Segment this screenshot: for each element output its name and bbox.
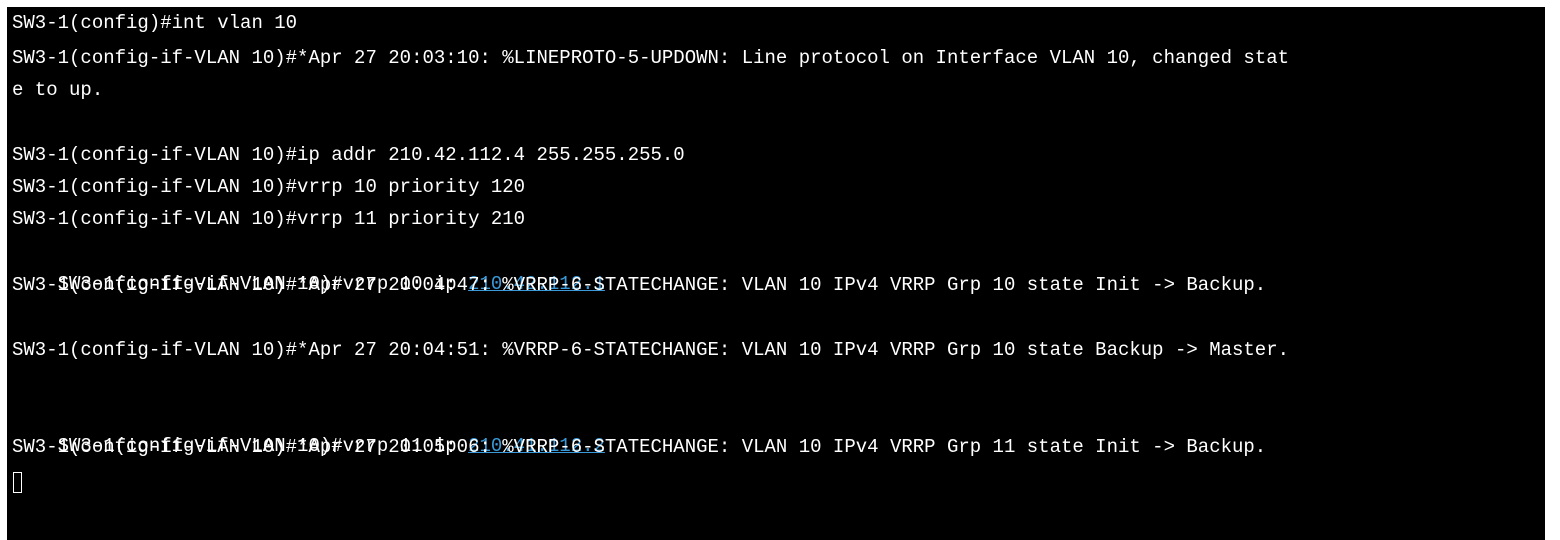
terminal-line: SW3-1(config-if-VLAN 10)#vrrp 11 priorit… (12, 208, 526, 230)
terminal-line: SW3-1(config-if-VLAN 10)#ip addr 210.42.… (12, 144, 685, 166)
window-edge (1545, 0, 1560, 540)
terminal-line: e to up. (12, 79, 104, 101)
terminal-line: SW3-1(config-if-VLAN 10)#*Apr 27 20:04:5… (12, 339, 1290, 361)
terminal-line: SW3-1(config-if-VLAN 10)#vrrp 10 priorit… (12, 176, 526, 198)
terminal-line: SW3-1(config-if-VLAN 10)#*Apr 27 20:05:0… (12, 436, 1267, 458)
terminal-window[interactable]: SW3-1(config)#int vlan 10 SW3-1(config-i… (7, 7, 1545, 540)
terminal-line: SW3-1(config)#int vlan 10 (12, 12, 298, 34)
cursor-icon (13, 472, 22, 493)
terminal-line: SW3-1(config-if-VLAN 10)#*Apr 27 20:03:1… (12, 47, 1290, 69)
terminal-line: SW3-1(config-if-VLAN 10)#vrrp 10 ip 210.… (12, 236, 605, 295)
terminal-line: SW3-1(config-if-VLAN 10)#vrrp 11 ip 210.… (12, 398, 605, 457)
terminal-line: SW3-1(config-if-VLAN 10)#*Apr 27 20:04:4… (12, 274, 1267, 296)
